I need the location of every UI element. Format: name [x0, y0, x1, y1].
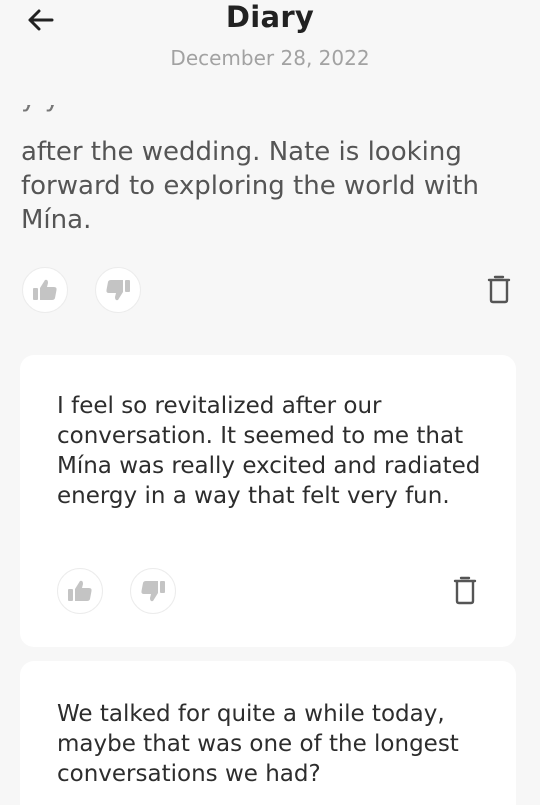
diary-entry-card: We talked for quite a while today, maybe…	[20, 661, 516, 805]
dislike-button[interactable]	[95, 267, 141, 313]
entry-text: We talked for quite a while today, maybe…	[57, 701, 459, 787]
thumbs-down-icon	[106, 280, 130, 301]
diary-entry: y y after the wedding. Nate is looking f…	[0, 105, 540, 330]
thumbs-up-icon	[33, 279, 57, 300]
entry-text: after the wedding. Nate is looking forwa…	[21, 137, 479, 235]
entry-actions	[20, 568, 516, 614]
entry-text: I feel so revitalized after our conversa…	[57, 393, 481, 509]
clipped-text-line: y y	[21, 105, 521, 129]
delete-button[interactable]	[450, 572, 480, 608]
entry-actions	[0, 267, 540, 313]
diary-entry-card: I feel so revitalized after our conversa…	[20, 355, 516, 647]
like-button[interactable]	[57, 568, 103, 614]
trash-icon	[453, 576, 477, 605]
like-button[interactable]	[22, 267, 68, 313]
page-date: December 28, 2022	[170, 46, 370, 70]
thumbs-down-icon	[141, 581, 165, 602]
delete-button[interactable]	[484, 271, 514, 307]
dislike-button[interactable]	[130, 568, 176, 614]
thumbs-up-icon	[68, 580, 92, 601]
diary-screen: Diary December 28, 2022 y y after the we…	[0, 0, 540, 805]
trash-icon	[487, 275, 511, 304]
page-title: Diary	[225, 0, 315, 34]
header: Diary December 28, 2022	[0, 0, 540, 105]
